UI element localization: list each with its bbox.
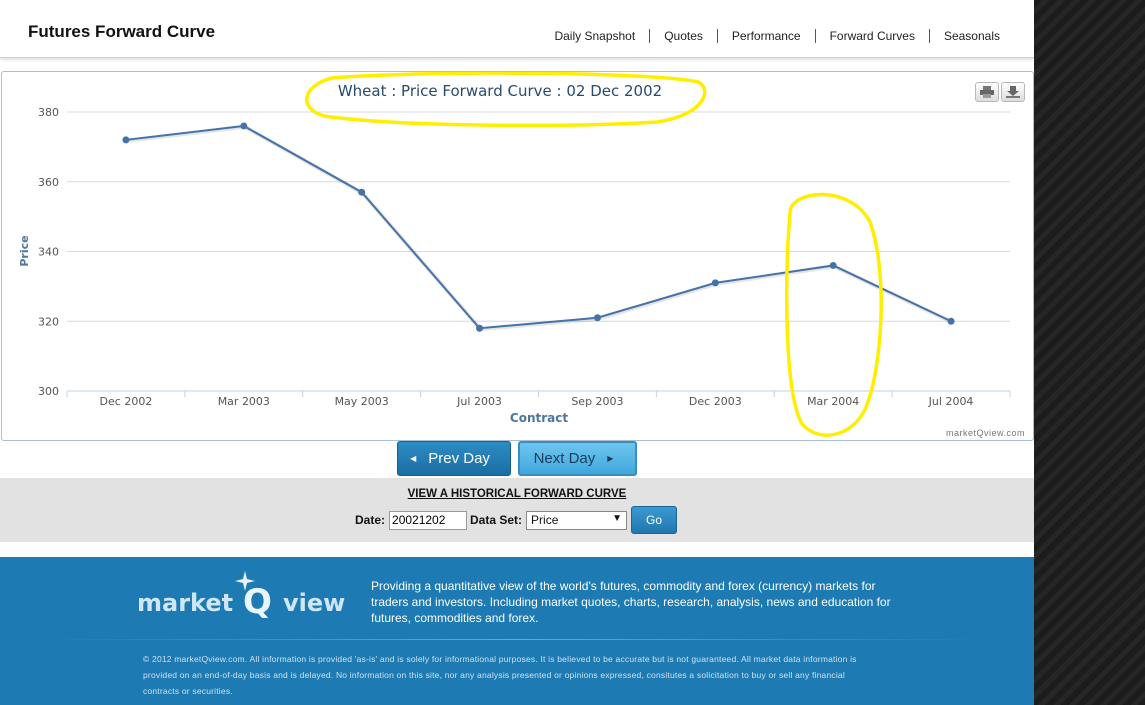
dataset-selected-value: Price — [531, 512, 559, 527]
marketqview-logo: market Q view — [137, 571, 345, 619]
footer-description: Providing a quantitative view of the wor… — [371, 579, 891, 625]
nav-seasonals[interactable]: Seasonals — [930, 29, 1014, 43]
data-point[interactable] — [240, 122, 248, 130]
y-axis-label: Price — [18, 235, 31, 266]
nav-quotes[interactable]: Quotes — [650, 29, 717, 43]
x-tick-label: Jul 2004 — [928, 395, 974, 408]
y-tick-label: 320 — [38, 315, 59, 328]
historical-form-title[interactable]: VIEW A HISTORICAL FORWARD CURVE — [0, 488, 1034, 500]
site-footer: market Q view Providing a quantitative v… — [0, 557, 1034, 705]
triangle-left-icon: ◀ — [410, 454, 417, 463]
y-tick-label: 380 — [38, 106, 59, 119]
x-tick-label: Dec 2002 — [100, 395, 153, 408]
nav-performance[interactable]: Performance — [718, 29, 815, 43]
page-title: Futures Forward Curve — [28, 22, 216, 41]
y-tick-label: 340 — [38, 246, 59, 259]
svg-text:view: view — [283, 589, 345, 617]
x-tick-label: Dec 2003 — [689, 395, 742, 408]
svg-text:market: market — [137, 589, 233, 617]
nav-daily-snapshot[interactable]: Daily Snapshot — [540, 29, 649, 43]
data-point[interactable] — [711, 279, 719, 287]
background-pattern — [1034, 0, 1145, 705]
svg-text:Q: Q — [243, 582, 272, 619]
go-button[interactable]: Go — [631, 506, 678, 534]
x-axis-label: Contract — [510, 411, 568, 425]
triangle-right-icon: ▶ — [607, 454, 614, 463]
next-day-label: Next Day — [533, 450, 596, 467]
y-tick-label: 360 — [38, 176, 59, 189]
data-point[interactable] — [947, 317, 955, 325]
x-tick-label: Jul 2003 — [456, 395, 502, 408]
data-point[interactable] — [358, 188, 366, 196]
next-day-button[interactable]: Next Day ▶ — [518, 441, 637, 476]
download-icon — [1006, 86, 1020, 98]
forward-curve-chart: Wheat : Price Forward Curve : 02 Dec 200… — [18, 72, 1011, 437]
prev-day-label: Prev Day — [428, 450, 490, 467]
footer-divider — [40, 639, 990, 640]
date-input[interactable] — [389, 510, 468, 530]
chart-credit[interactable]: marketQview.com — [946, 428, 1025, 438]
chart-title: Wheat : Price Forward Curve : 02 Dec 200… — [338, 82, 662, 100]
download-button[interactable] — [1001, 82, 1025, 102]
y-tick-label: 300 — [38, 385, 59, 398]
dataset-label: Data Set: — [470, 513, 523, 527]
main-nav: Daily Snapshot Quotes Performance Forwar… — [540, 29, 1014, 43]
data-point[interactable] — [593, 314, 601, 322]
data-point[interactable] — [122, 136, 130, 144]
chart-panel: Wheat : Price Forward Curve : 02 Dec 200… — [1, 71, 1034, 441]
top-bar: Futures Forward Curve Daily Snapshot Quo… — [0, 0, 1034, 58]
historical-form-row: Date: Data Set: Price ▼ Go — [355, 506, 678, 534]
series-line — [125, 124, 952, 330]
prev-day-button[interactable]: ◀ Prev Day — [397, 441, 511, 476]
data-point[interactable] — [829, 261, 837, 269]
series-line-shadow — [126, 124, 953, 332]
print-icon — [980, 86, 994, 98]
historical-form-panel: VIEW A HISTORICAL FORWARD CURVE Date: Da… — [0, 478, 1034, 542]
x-tick-label: Mar 2003 — [218, 395, 270, 408]
x-tick-label: May 2003 — [335, 395, 389, 408]
data-point[interactable] — [476, 324, 484, 332]
x-tick-label: Sep 2003 — [571, 395, 623, 408]
dropdown-arrow-icon: ▼ — [612, 512, 623, 524]
page: Futures Forward Curve Daily Snapshot Quo… — [0, 0, 1034, 705]
footer-legal: © 2012 marketQview.com. All information … — [143, 654, 857, 696]
nav-forward-curves[interactable]: Forward Curves — [816, 29, 929, 43]
print-button[interactable] — [975, 82, 999, 102]
x-tick-label: Mar 2004 — [807, 395, 859, 408]
dataset-select[interactable]: Price ▼ — [526, 510, 628, 530]
date-label: Date: — [355, 513, 386, 527]
